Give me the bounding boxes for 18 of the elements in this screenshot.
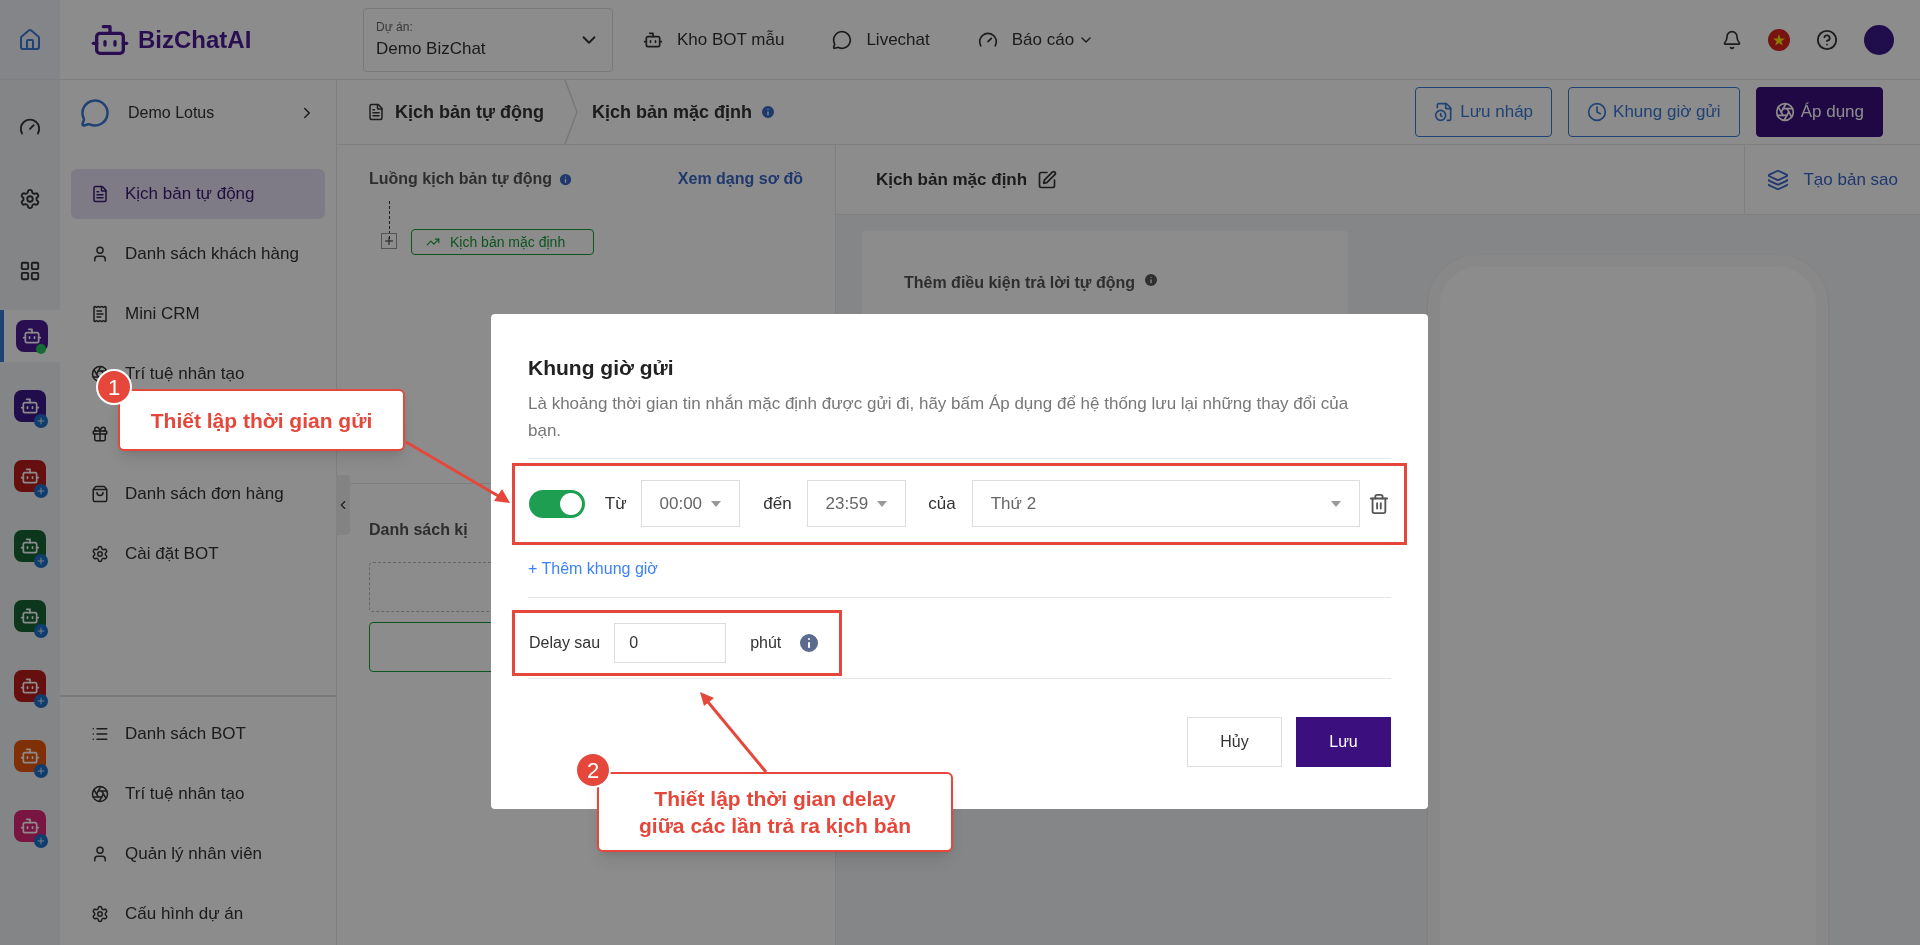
dialog-title: Khung giờ gửi [528, 355, 675, 381]
editor-title: Kịch bản mặc định [876, 168, 1028, 191]
bot-name: Demo Lotus [128, 102, 215, 123]
project-name: Demo BizChat [376, 37, 486, 60]
logo-text: BizChatAI [138, 24, 252, 55]
breadcrumb-item: Kịch bản mặc định [592, 100, 753, 124]
delay-label: Delay sau [529, 632, 601, 653]
card-title: Thêm điều kiện trả lời tự động [904, 273, 1135, 293]
of-label: của [928, 492, 956, 515]
panel-title: Luồng kịch bản tự động [369, 169, 553, 189]
callout-text: Thiết lập thời gian delay giữa các lần trả ra kịch bản [638, 786, 912, 839]
from-label: Từ [604, 492, 627, 515]
unit-label: phút [750, 632, 782, 653]
project-label: Dự án: [376, 18, 414, 36]
to-label: đến [763, 492, 792, 515]
panel-title: Danh sách kị [369, 520, 469, 540]
dialog-description: Là khoảng thời gian tin nhắn mặc định được gửi đi, hãy bấm Áp dụng để hệ thống lưu lại những thay đổi của bạn. [528, 392, 1350, 442]
callout-text: Thiết lập thời gian gửi [150, 407, 373, 434]
